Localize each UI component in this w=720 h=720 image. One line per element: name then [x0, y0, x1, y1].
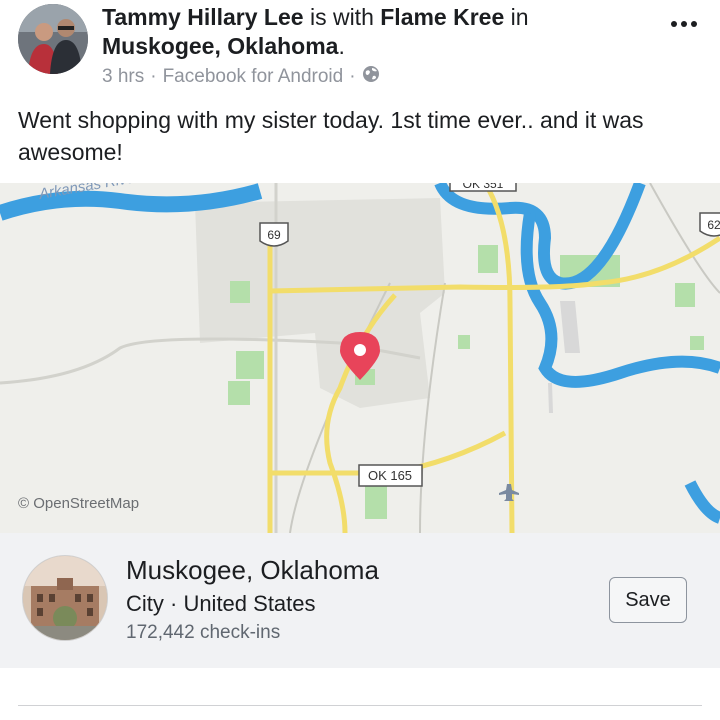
author-name[interactable]: Tammy Hillary Lee: [102, 4, 304, 30]
highway-62-shield: 62: [699, 212, 720, 237]
meta-separator: ·: [150, 66, 157, 87]
post-author-line: Tammy Hillary Lee is with Flame Kree in M…: [102, 3, 662, 61]
with-text: is with: [303, 4, 381, 30]
place-type: City · United States: [126, 591, 316, 616]
highway-69-shield: 69: [259, 222, 289, 247]
post-header: Tammy Hillary Lee is with Flame Kree in M…: [0, 0, 720, 100]
highway-69-label: 69: [267, 228, 281, 242]
post-time[interactable]: 3 hrs: [102, 66, 144, 88]
meta-separator-2: ·: [349, 66, 356, 87]
place-thumbnail: [22, 555, 108, 641]
more-dots-icon: [670, 15, 698, 33]
location-link[interactable]: Muskogee, Oklahoma: [102, 33, 338, 59]
place-card[interactable]: Muskogee, Oklahoma City · United States …: [0, 533, 720, 668]
tagged-friend-name[interactable]: Flame Kree: [380, 4, 504, 30]
post-divider: [18, 705, 702, 706]
ok-165-label: OK 165: [368, 468, 412, 483]
post-meta: 3 hrs · Facebook for Android ·: [102, 65, 380, 89]
ok-351-label: OK 351: [463, 183, 504, 191]
highway-62-label: 62: [707, 218, 720, 232]
in-text: in: [504, 4, 529, 30]
place-name[interactable]: Muskogee, Oklahoma: [126, 555, 379, 586]
place-checkins: 172,442 check-ins: [126, 622, 281, 643]
author-avatar[interactable]: [18, 4, 88, 74]
location-map[interactable]: Arkansas River 69 62 OK 351 OK 165 © Ope…: [0, 183, 720, 533]
more-options-button[interactable]: [666, 10, 702, 38]
map-attribution[interactable]: © OpenStreetMap: [18, 495, 139, 512]
globe-icon: [362, 65, 380, 89]
ok-351-sign: OK 351: [449, 183, 517, 192]
post-source: Facebook for Android: [162, 66, 344, 87]
save-button[interactable]: Save: [609, 577, 687, 623]
ok-165-sign: OK 165: [358, 464, 423, 487]
post-text: Went shopping with my sister today. 1st …: [18, 107, 644, 165]
location-suffix: .: [338, 33, 345, 59]
